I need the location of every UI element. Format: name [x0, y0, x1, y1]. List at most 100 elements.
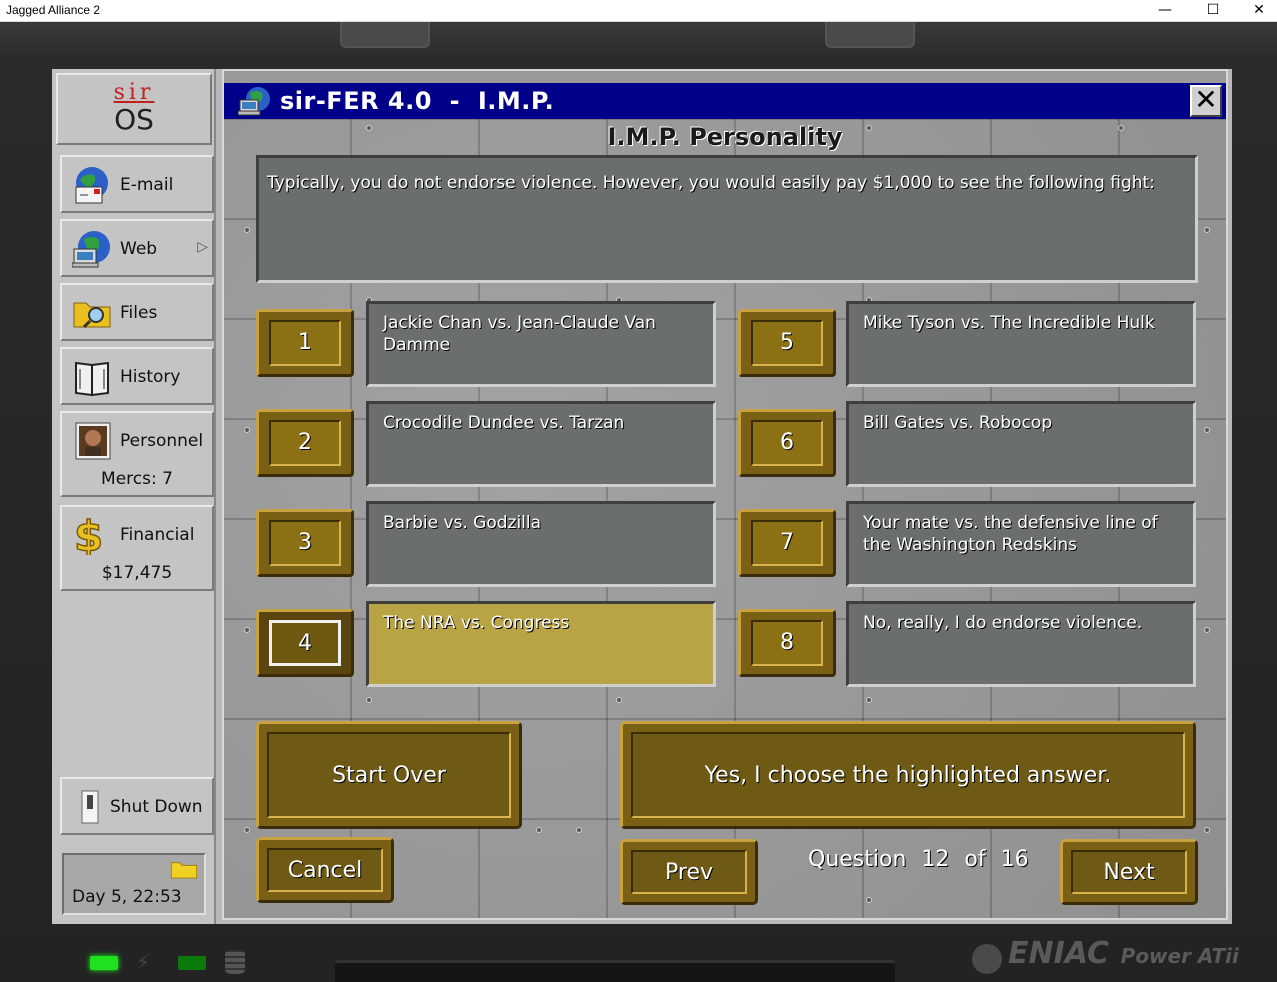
counter-current: 12 — [921, 847, 950, 872]
answer-button-7[interactable]: 7 — [738, 509, 836, 577]
answer-button-2[interactable]: 2 — [256, 409, 354, 477]
bezel-hinge-left — [340, 22, 430, 48]
confirm-answer-button[interactable]: Yes, I choose the highlighted answer. — [620, 721, 1196, 829]
sidebar-item-history[interactable]: History — [60, 347, 214, 405]
imp-titlebar: sir-FER 4.0 - I.M.P. ✕ — [224, 83, 1226, 119]
rivet — [866, 697, 872, 703]
shutdown-button[interactable]: Shut Down — [60, 777, 214, 835]
answer-button-8[interactable]: 8 — [738, 609, 836, 677]
answer-text-7[interactable]: Your mate vs. the defensive line of the … — [846, 501, 1196, 587]
shutdown-label: Shut Down — [110, 797, 203, 817]
eniac-logo-icon — [972, 943, 1002, 974]
financial-icon: $ — [73, 515, 104, 555]
rivet — [1204, 227, 1210, 233]
database-icon — [225, 950, 245, 974]
disk-led — [178, 956, 206, 970]
lightning-icon: ⚡ — [136, 950, 151, 974]
maximize-button[interactable]: ☐ — [1190, 0, 1236, 22]
close-window-button[interactable]: ✕ — [1236, 0, 1277, 22]
sidebar-item-label: Web — [120, 239, 158, 259]
answer-number: 5 — [751, 320, 823, 366]
personnel-icon — [75, 422, 111, 460]
eniac-logo: ENIAC Power ATii — [972, 936, 1239, 974]
answer-text-8[interactable]: No, really, I do endorse violence. — [846, 601, 1196, 687]
imp-close-button[interactable]: ✕ — [1190, 85, 1222, 117]
laptop-screen: sir OS E-mail Web ▷ Files History Person… — [52, 69, 1232, 924]
files-icon — [73, 302, 111, 329]
confirm-answer-label: Yes, I choose the highlighted answer. — [631, 732, 1185, 818]
question-counter: Question 12 of 16 — [808, 847, 1029, 872]
sidebar-item-label: E-mail — [120, 175, 174, 195]
start-over-button[interactable]: Start Over — [256, 721, 522, 829]
email-icon — [75, 167, 108, 204]
start-over-label: Start Over — [267, 732, 511, 818]
sidebar-item-label: Personnel — [120, 431, 204, 451]
answer-number: 3 — [269, 520, 341, 566]
question-text: Typically, you do not endorse violence. … — [256, 155, 1198, 283]
sir-os-sidebar: sir OS E-mail Web ▷ Files History Person… — [52, 69, 216, 924]
eniac-model: Power ATii — [1120, 944, 1239, 968]
mercs-count: Mercs: 7 — [101, 469, 173, 489]
rivet — [536, 827, 542, 833]
imp-window: sir-FER 4.0 - I.M.P. ✕ I.M.P. Personalit… — [222, 69, 1228, 920]
power-led — [90, 956, 118, 970]
imp-title: sir-FER 4.0 - I.M.P. — [280, 87, 555, 115]
counter-label: Question — [808, 847, 907, 872]
logo-os: OS — [114, 103, 154, 136]
next-button[interactable]: Next — [1060, 839, 1198, 905]
close-icon: ✕ — [1194, 83, 1218, 116]
answer-number: 8 — [751, 620, 823, 666]
day-time-text: Day 5, 22:53 — [72, 887, 182, 907]
answer-button-5[interactable]: 5 — [738, 309, 836, 377]
bezel-bottom-slot — [335, 960, 895, 982]
answer-text-4[interactable]: The NRA vs. Congress — [366, 601, 716, 687]
rivet — [616, 697, 622, 703]
counter-total: 16 — [1000, 847, 1029, 872]
svg-text:$: $ — [74, 515, 103, 555]
sidebar-item-label: History — [120, 367, 181, 387]
answer-button-1[interactable]: 1 — [256, 309, 354, 377]
rivet — [1204, 827, 1210, 833]
answer-button-3[interactable]: 3 — [256, 509, 354, 577]
answer-text-3[interactable]: Barbie vs. Godzilla — [366, 501, 716, 587]
answer-number: 6 — [751, 420, 823, 466]
folder-icon — [170, 862, 198, 879]
rivet — [366, 697, 372, 703]
answer-button-6[interactable]: 6 — [738, 409, 836, 477]
bezel-hinge-right — [825, 22, 915, 48]
sidebar-item-personnel[interactable]: Personnel Mercs: 7 — [60, 411, 214, 497]
answer-number: 1 — [269, 320, 341, 366]
financial-balance: $17,475 — [101, 563, 173, 583]
prev-button[interactable]: Prev — [620, 839, 758, 905]
sidebar-item-files[interactable]: Files — [60, 283, 214, 341]
sidebar-item-label: Financial — [120, 525, 195, 545]
answer-button-4[interactable]: 4 — [256, 609, 354, 677]
answer-text-5[interactable]: Mike Tyson vs. The Incredible Hulk — [846, 301, 1196, 387]
history-icon — [75, 361, 109, 397]
rivet — [866, 897, 872, 903]
sidebar-item-label: Files — [120, 303, 158, 323]
answer-text-6[interactable]: Bill Gates vs. Robocop — [846, 401, 1196, 487]
window-title: Jagged Alliance 2 — [6, 3, 101, 17]
rivet — [244, 227, 250, 233]
chevron-right-icon: ▷ — [197, 239, 208, 255]
power-switch-icon — [81, 790, 99, 824]
next-label: Next — [1071, 850, 1187, 894]
rivet — [1204, 427, 1210, 433]
answer-text-2[interactable]: Crocodile Dundee vs. Tarzan — [366, 401, 716, 487]
answer-number: 2 — [269, 420, 341, 466]
eniac-brand: ENIAC — [1008, 936, 1110, 971]
answer-number: 7 — [751, 520, 823, 566]
counter-of: of — [964, 847, 986, 872]
cancel-button[interactable]: Cancel — [256, 837, 394, 903]
web-icon — [72, 231, 110, 268]
web-globe-icon — [238, 87, 270, 116]
sidebar-item-email[interactable]: E-mail — [60, 155, 214, 213]
sidebar-item-financial[interactable]: $ Financial $17,475 — [60, 505, 214, 591]
sidebar-item-web[interactable]: Web ▷ — [60, 219, 214, 277]
day-time-display: Day 5, 22:53 — [62, 853, 206, 915]
minimize-button[interactable]: — — [1142, 0, 1188, 22]
rivet — [1204, 627, 1210, 633]
answer-text-1[interactable]: Jackie Chan vs. Jean-Claude Van Damme — [366, 301, 716, 387]
window-titlebar: Jagged Alliance 2 — ☐ ✕ — [0, 0, 1277, 22]
